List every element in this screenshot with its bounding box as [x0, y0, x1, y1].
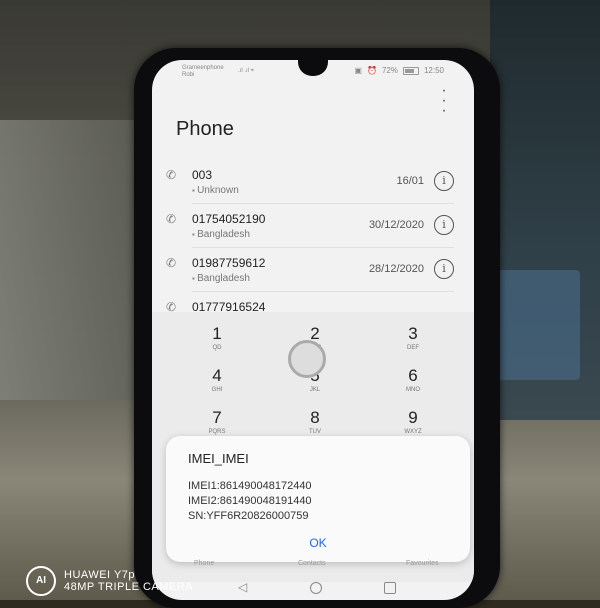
key-6[interactable]: 6 MNO	[363, 366, 463, 393]
battery-percent: 72%	[381, 66, 398, 75]
info-icon[interactable]: i	[434, 171, 454, 191]
key-letters: GHI	[211, 387, 223, 393]
key-digit: 9	[408, 408, 418, 427]
clock: 12:50	[423, 66, 444, 75]
key-letters: TUV	[309, 429, 321, 435]
phone-screen: Grameenphone Robi .ıl .ıl ⌖ ▣ ⏰ 72% 12:5…	[152, 60, 474, 600]
imei2-text: IMEI2:861490048191440	[188, 495, 312, 507]
tab-contacts[interactable]: Contacts	[298, 560, 326, 567]
call-number: 01754052190	[192, 212, 266, 226]
call-log-row[interactable]: ✆ 003 Unknown 16/01 i	[166, 160, 454, 204]
signal-icon: .ıl .ıl ⌖	[238, 68, 255, 74]
key-digit: 6	[408, 366, 418, 385]
info-icon[interactable]: i	[434, 215, 454, 235]
tab-favourites[interactable]: Favourites	[406, 560, 439, 567]
key-digit: 3	[408, 324, 418, 343]
key-letters: WXYZ	[404, 429, 422, 435]
background-blue-box	[490, 270, 580, 380]
assistive-touch-button[interactable]	[288, 340, 326, 378]
phone-outgoing-icon: ✆	[166, 168, 177, 182]
key-8[interactable]: 8 TUV	[265, 408, 365, 435]
key-letters: JKL	[309, 387, 321, 393]
home-icon[interactable]	[310, 582, 322, 594]
call-location: Bangladesh	[192, 273, 250, 284]
imei1-text: IMEI1:861490048172440	[188, 480, 312, 492]
ok-button[interactable]: OK	[298, 536, 338, 550]
phone-outgoing-icon: ✆	[166, 212, 177, 226]
key-letters: PQRS	[208, 429, 226, 435]
battery-icon	[402, 66, 419, 75]
call-date: 30/12/2020	[368, 219, 424, 231]
carrier-2: Robi	[182, 72, 195, 78]
background-light	[0, 120, 140, 400]
key-3[interactable]: 3 DEF	[363, 324, 463, 351]
alarm-icon: ⏰	[366, 66, 377, 75]
key-letters: DEF	[407, 345, 419, 351]
camera-watermark: AI HUAWEI Y7p 48MP TRIPLE CAMERA	[26, 566, 193, 596]
imei-dialog: IMEI_IMEI IMEI1:861490048172440 IMEI2:86…	[166, 436, 470, 562]
carrier-1: Grameenphone	[182, 65, 224, 71]
call-log-row[interactable]: ✆ 01754052190 Bangladesh 30/12/2020 i	[166, 204, 454, 248]
watermark-camera: 48MP TRIPLE CAMERA	[64, 581, 194, 593]
navigation-bar: ◁	[152, 576, 474, 600]
key-digit: 1	[212, 324, 222, 343]
key-letters: QD	[212, 345, 222, 351]
key-digit: 4	[212, 366, 222, 385]
carrier-names: Grameenphone Robi	[182, 65, 224, 79]
more-options-icon[interactable]: · · ·	[440, 83, 448, 119]
key-digit: 7	[212, 408, 222, 427]
key-digit: 8	[310, 408, 320, 427]
key-4[interactable]: 4 GHI	[167, 366, 267, 393]
call-log-row[interactable]: ✆ 01987759612 Bangladesh 28/12/2020 i	[166, 248, 454, 292]
call-number: 003	[192, 168, 213, 182]
tab-phone[interactable]: Phone	[194, 560, 214, 567]
status-bar: Grameenphone Robi .ıl .ıl ⌖ ▣ ⏰ 72% 12:5…	[152, 60, 474, 82]
phone-outgoing-icon: ✆	[166, 256, 177, 270]
call-date: 28/12/2020	[368, 263, 424, 275]
recents-icon[interactable]	[384, 582, 396, 594]
key-9[interactable]: 9 WXYZ	[363, 408, 463, 435]
key-letters: MNO	[406, 387, 420, 393]
dialog-title: IMEI_IMEI	[188, 451, 249, 466]
serial-number-text: SN:YFF6R20826000759	[188, 510, 309, 522]
call-log: ✆ 003 Unknown 16/01 i ✆ 01754052190 Bang…	[152, 160, 474, 335]
key-1[interactable]: 1 QD	[167, 324, 267, 351]
call-date: 16/01	[396, 175, 424, 187]
page-title: Phone	[176, 118, 234, 140]
call-location: Unknown	[192, 185, 239, 196]
ai-badge: AI	[26, 566, 56, 596]
call-number: 01987759612	[192, 256, 266, 270]
nfc-icon: ▣	[354, 66, 362, 75]
watermark-model: HUAWEI Y7p	[64, 569, 136, 581]
back-icon[interactable]: ◁	[238, 580, 247, 594]
info-icon[interactable]: i	[434, 259, 454, 279]
key-7[interactable]: 7 PQRS	[167, 408, 267, 435]
call-location: Bangladesh	[192, 229, 250, 240]
